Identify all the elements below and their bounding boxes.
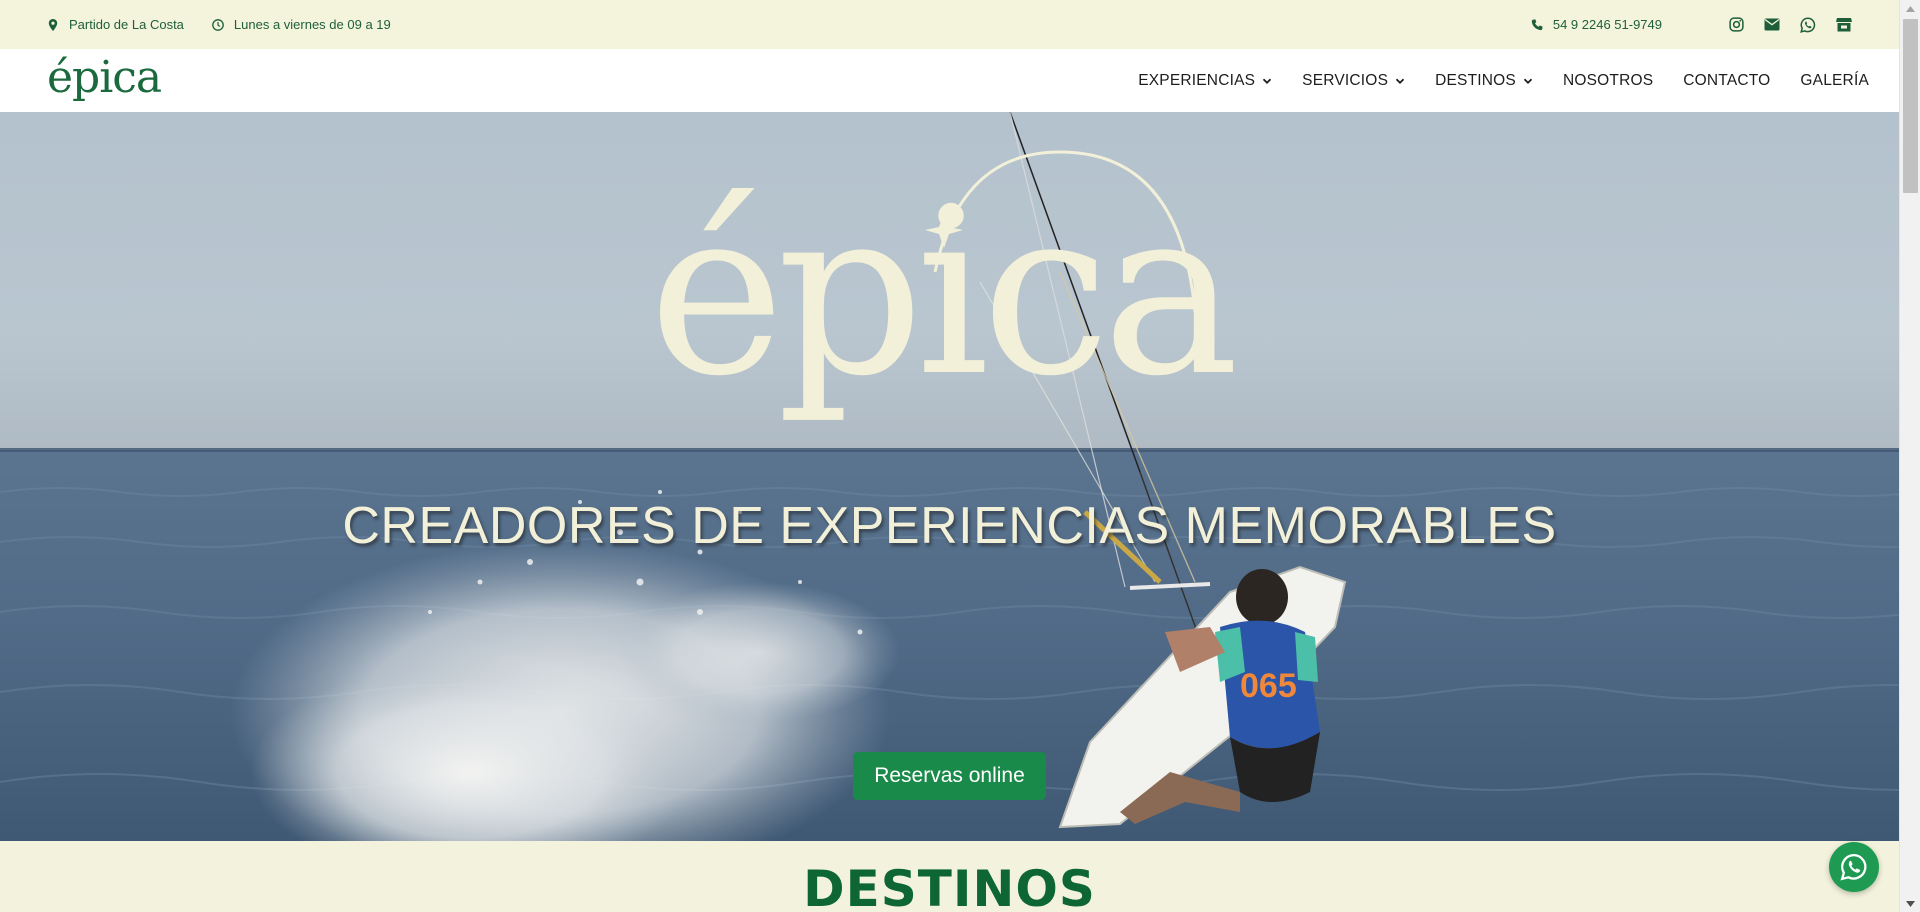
main-header: épica EXPERIENCIAS SERVICIOS DESTINOS NO… <box>0 49 1899 112</box>
location-text: Partido de La Costa <box>69 17 184 32</box>
whatsapp-icon <box>1840 853 1867 881</box>
nav-label[interactable]: GALERÍA <box>1800 72 1869 90</box>
hours-text: Lunes a viernes de 09 a 19 <box>233 17 391 32</box>
phone-text[interactable]: 54 9 2246 51-9749 <box>1553 17 1662 32</box>
email-icon[interactable] <box>1764 17 1780 33</box>
section-title-destinos: DESTINOS <box>803 860 1096 912</box>
contact-info-right: 54 9 2246 51-9749 <box>1531 16 1852 33</box>
nav-item-servicios[interactable]: SERVICIOS <box>1302 72 1405 90</box>
hero-logo: épica <box>649 150 1241 427</box>
reservas-online-button[interactable]: Reservas online <box>853 752 1046 800</box>
phone-info[interactable]: 54 9 2246 51-9749 <box>1531 17 1662 32</box>
nav-label[interactable]: EXPERIENCIAS <box>1138 72 1255 90</box>
hero-section: 065 épica CREADORES DE EXPERIENCIAS MEMO… <box>0 112 1899 841</box>
nav-label[interactable]: CONTACTO <box>1683 72 1770 90</box>
page-scrollbar[interactable] <box>1899 0 1920 912</box>
nav-item-galeria[interactable]: GALERÍA <box>1800 72 1869 90</box>
site-logo[interactable]: épica <box>47 55 162 100</box>
contact-info-left: Partido de La Costa Lunes a viernes de 0… <box>47 17 391 32</box>
hero-tagline: CREADORES DE EXPERIENCIAS MEMORABLES <box>342 497 1557 555</box>
nav-item-nosotros[interactable]: NOSOTROS <box>1563 72 1653 90</box>
chevron-down-icon <box>1395 78 1405 84</box>
main-nav: EXPERIENCIAS SERVICIOS DESTINOS NOSOTROS… <box>1138 72 1869 90</box>
location-info: Partido de La Costa <box>47 17 184 32</box>
whatsapp-icon[interactable] <box>1800 16 1816 33</box>
chevron-down-icon <box>1263 78 1272 84</box>
clock-icon <box>212 18 224 31</box>
chevron-down-icon <box>1523 78 1533 84</box>
top-info-bar: Partido de La Costa Lunes a viernes de 0… <box>0 0 1899 49</box>
nav-label[interactable]: DESTINOS <box>1435 72 1516 90</box>
nav-item-experiencias[interactable]: EXPERIENCIAS <box>1138 72 1272 90</box>
scroll-down-arrow[interactable] <box>1900 895 1920 912</box>
nav-label[interactable]: SERVICIOS <box>1302 72 1388 90</box>
whatsapp-float-button[interactable] <box>1829 842 1879 892</box>
instagram-icon[interactable] <box>1728 17 1744 33</box>
hero-logo-text: épica <box>649 160 1234 427</box>
scrollbar-thumb[interactable] <box>1903 19 1918 193</box>
social-links <box>1728 16 1852 33</box>
store-icon[interactable] <box>1836 17 1852 33</box>
nav-item-contacto[interactable]: CONTACTO <box>1683 72 1770 90</box>
nav-label[interactable]: NOSOTROS <box>1563 72 1653 90</box>
nav-item-destinos[interactable]: DESTINOS <box>1435 72 1533 90</box>
hours-info: Lunes a viernes de 09 a 19 <box>212 17 391 32</box>
map-pin-icon <box>47 18 59 31</box>
rider-number: 065 <box>1240 667 1297 705</box>
scroll-up-arrow[interactable] <box>1900 0 1920 17</box>
phone-icon <box>1531 18 1543 31</box>
